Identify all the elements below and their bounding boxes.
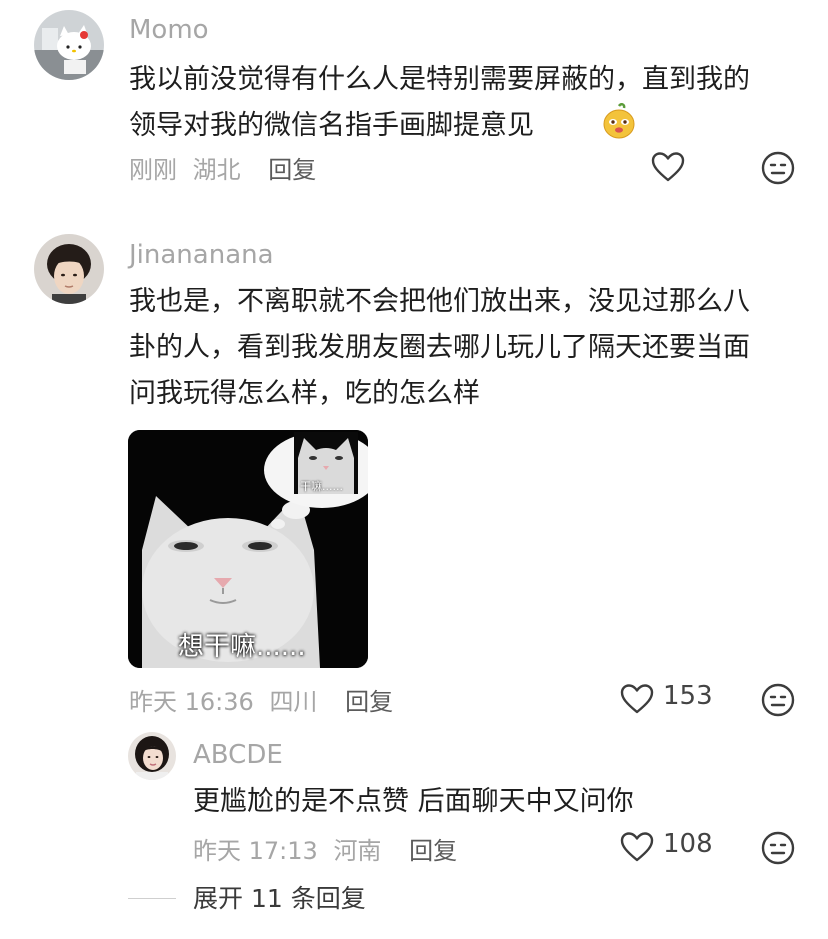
meme-thought-caption: 干嘛...... (300, 480, 343, 493)
like-heart-icon[interactable] (620, 683, 654, 719)
reply-button[interactable]: 回复 (345, 688, 393, 716)
comment-time: 刚刚 (129, 156, 177, 184)
like-heart-icon[interactable] (620, 831, 654, 867)
like-count: 153 (663, 681, 713, 711)
reply-button[interactable]: 回复 (268, 156, 316, 184)
reply-time: 昨天 17:13 (193, 837, 318, 865)
meme-image[interactable]: 想干嘛...... 干嘛...... (128, 430, 368, 668)
reply-meta: 昨天 17:13 河南 回复 (193, 831, 457, 866)
reply-location: 河南 (333, 837, 382, 865)
comment-meta: 刚刚 湖北 回复 (129, 150, 316, 185)
reply-text: 更尴尬的是不点赞 后面聊天中又问你 (193, 786, 634, 817)
meme-caption: 想干嘛...... (178, 632, 306, 662)
like-count: 108 (663, 829, 713, 859)
comment-username[interactable]: Momo (129, 15, 209, 45)
dislike-face-icon[interactable] (761, 831, 795, 869)
pear-emoji-icon (602, 103, 636, 143)
like-heart-icon[interactable] (651, 151, 685, 187)
avatar[interactable] (128, 732, 176, 780)
comment-username[interactable]: Jinananana (129, 240, 274, 270)
expand-divider (128, 898, 176, 899)
comment-thread: Momo 我以前没觉得有什么人是特别需要屏蔽的，直到我的 领导对我的微信名指手画… (0, 0, 828, 939)
avatar[interactable] (34, 10, 104, 80)
reply-username[interactable]: ABCDE (193, 740, 283, 770)
comment-time: 昨天 16:36 (129, 688, 254, 716)
avatar[interactable] (34, 234, 104, 304)
expand-replies-button[interactable]: 展开 11 条回复 (193, 879, 366, 915)
comment-location: 四川 (269, 688, 318, 716)
comment-location: 湖北 (192, 156, 241, 184)
dislike-face-icon[interactable] (761, 151, 795, 189)
comment-text: 我以前没觉得有什么人是特别需要屏蔽的，直到我的 领导对我的微信名指手画脚提意见 (129, 64, 750, 141)
reply-button[interactable]: 回复 (409, 837, 457, 865)
comment-meta: 昨天 16:36 四川 回复 (129, 682, 393, 717)
comment-text: 我也是，不离职就不会把他们放出来，没见过那么八 卦的人，看到我发朋友圈去哪儿玩儿… (129, 286, 750, 409)
dislike-face-icon[interactable] (761, 683, 795, 721)
